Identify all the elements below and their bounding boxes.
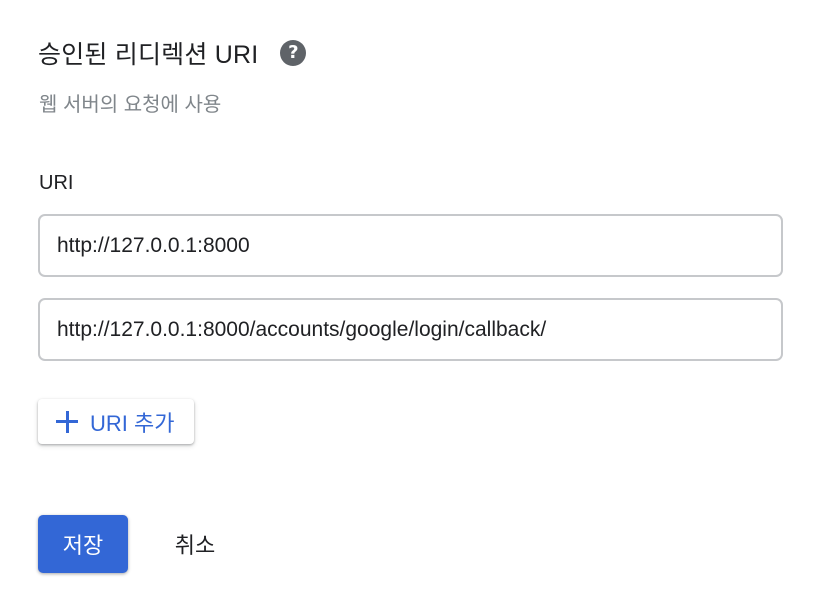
cancel-button[interactable]: 취소 bbox=[152, 515, 238, 573]
plus-icon bbox=[56, 410, 78, 433]
page-title: 승인된 리디렉션 URI bbox=[38, 41, 259, 69]
add-uri-label: URI 추가 bbox=[90, 410, 175, 436]
section-header: 승인된 리디렉션 URI ? bbox=[38, 34, 307, 72]
section-subtitle: 웹 서버의 요청에 사용 bbox=[39, 94, 222, 116]
help-icon[interactable]: ? bbox=[280, 40, 307, 66]
save-button[interactable]: 저장 bbox=[38, 515, 128, 573]
uri-input-2[interactable]: http://127.0.0.1:8000/accounts/google/lo… bbox=[38, 298, 783, 361]
uri-label: URI bbox=[39, 172, 74, 194]
uri-input-1[interactable]: http://127.0.0.1:8000 bbox=[38, 214, 783, 277]
add-uri-button[interactable]: URI 추가 bbox=[38, 399, 194, 444]
